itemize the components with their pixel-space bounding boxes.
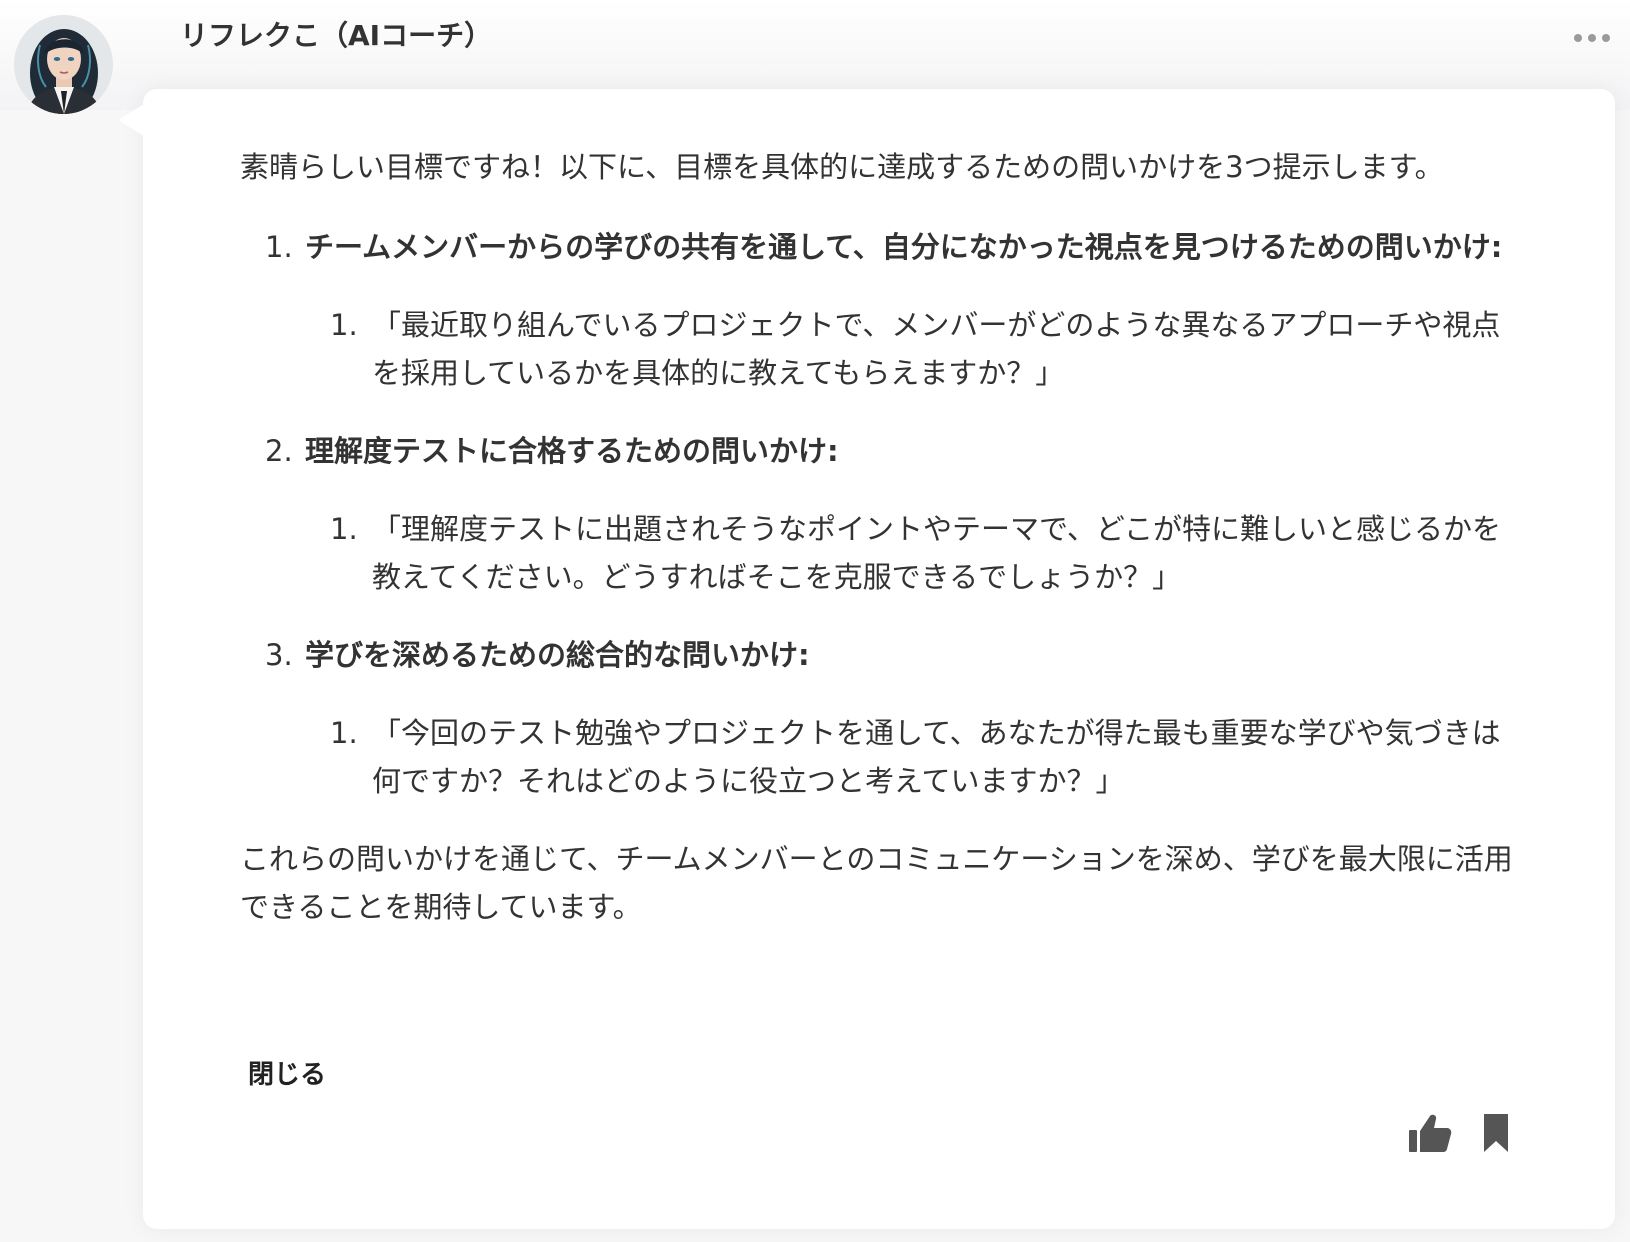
bubble-tail	[118, 104, 144, 136]
list-item-question-1: 1. 「最近取り組んでいるプロジェクトで、メンバーがどのような異なるアプローチや…	[330, 301, 1520, 397]
question-text: 「理解度テストに出題されそうなポイントやテーマで、どこが特に難しいと感じるかを教…	[372, 512, 1501, 594]
list-item-section-1: 1. チームメンバーからの学びの共有を通して、自分になかった視点を見つけるための…	[265, 223, 1520, 271]
list-item-question-2: 1. 「理解度テストに出題されそうなポイントやテーマで、どこが特に難しいと感じる…	[330, 505, 1520, 601]
list-item-section-3: 3. 学びを深めるための総合的な問いかけ:	[265, 631, 1520, 679]
more-dot	[1588, 34, 1596, 42]
list-item-question-3: 1. 「今回のテスト勉強やプロジェクトを通して、あなたが得た最も重要な学びや気づ…	[330, 709, 1520, 805]
thumbs-up-icon[interactable]	[1408, 1113, 1452, 1157]
list-number: 1.	[265, 230, 293, 264]
question-text: 「今回のテスト勉強やプロジェクトを通して、あなたが得た最も重要な学びや気づきは何…	[372, 716, 1501, 798]
section-title: チームメンバーからの学びの共有を通して、自分になかった視点を見つけるための問いか…	[305, 230, 1503, 264]
message-content: 素晴らしい目標ですね！以下に、目標を具体的に達成するための問いかけを3つ提示しま…	[240, 143, 1520, 931]
section-title: 理解度テストに合格するための問いかけ:	[305, 434, 839, 468]
section-title: 学びを深めるための総合的な問いかけ:	[305, 638, 810, 672]
message-actions	[1408, 1112, 1510, 1158]
list-number: 1.	[330, 716, 358, 750]
list-number: 3.	[265, 638, 293, 672]
sender-name: リフレクこ（AIコーチ）	[180, 19, 493, 52]
message-outro: これらの問いかけを通じて、チームメンバーとのコミュニケーションを深め、学びを最大…	[240, 842, 1513, 924]
close-button[interactable]: 閉じる	[248, 1054, 326, 1091]
more-dot	[1602, 34, 1610, 42]
list-number: 1.	[330, 512, 358, 546]
message-intro: 素晴らしい目標ですね！以下に、目標を具体的に達成するための問いかけを3つ提示しま…	[240, 150, 1444, 184]
more-dot	[1574, 34, 1582, 42]
list-item-section-2: 2. 理解度テストに合格するための問いかけ:	[265, 427, 1520, 475]
bookmark-icon[interactable]	[1482, 1112, 1510, 1158]
list-number: 1.	[330, 308, 358, 342]
list-number: 2.	[265, 434, 293, 468]
coach-avatar	[14, 15, 113, 114]
question-text: 「最近取り組んでいるプロジェクトで、メンバーがどのような異なるアプローチや視点を…	[372, 308, 1501, 390]
more-options-icon[interactable]	[1568, 22, 1616, 54]
